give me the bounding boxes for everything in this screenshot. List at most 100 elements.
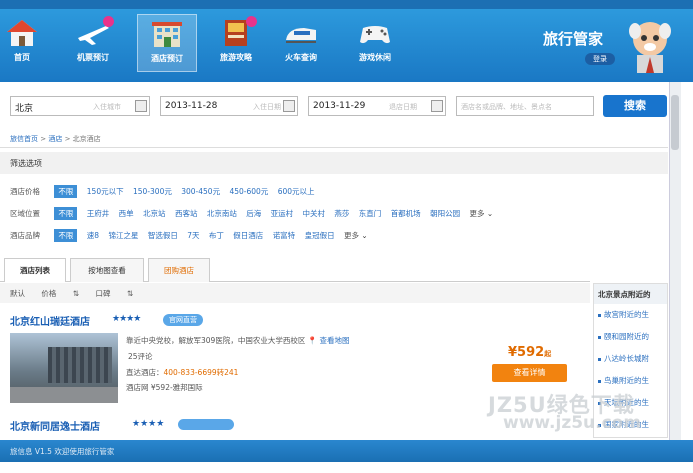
calendar-icon[interactable] [135, 100, 147, 112]
filter-option-brand[interactable]: 不限 [54, 229, 78, 242]
home-icon [5, 18, 39, 48]
filter-option-price[interactable]: 150-300元 [133, 186, 172, 197]
divider [0, 147, 668, 148]
tab-group-buy[interactable]: 团购酒店 [148, 258, 210, 282]
status-bar: 旅信息 V1.5 欢迎使用旅行管家 [0, 440, 693, 462]
mascot-icon [629, 17, 671, 73]
filter-option-brand[interactable]: 速8 [87, 230, 99, 241]
filter-option-area[interactable]: 朝阳公园 [430, 208, 460, 219]
filter-option-brand[interactable]: 锦江之星 [108, 230, 138, 241]
sidebar-item[interactable]: 故宫附近的生 [594, 304, 667, 326]
filter-option-area[interactable]: 西单 [119, 208, 134, 219]
title-strip [0, 0, 693, 9]
checkin-date-input[interactable]: 2013-11-28 入住日期 [160, 96, 298, 116]
tab-map-view[interactable]: 按地图查看 [70, 258, 144, 282]
filter-option-area[interactable]: 中关村 [303, 208, 326, 219]
filter-option-brand[interactable]: 布丁 [209, 230, 224, 241]
star-rating: ★★★★ [112, 314, 141, 324]
new-badge-icon [103, 16, 114, 27]
star-rating: ★★★★ [132, 419, 165, 429]
guidebook-icon [219, 16, 257, 48]
filter-more-area[interactable]: 更多 [469, 209, 484, 218]
sort-rating[interactable]: 口碑 ⇅ [95, 289, 133, 298]
filter-option-brand[interactable]: 假日酒店 [233, 230, 263, 241]
hotel-name-link[interactable]: 北京红山瑞廷酒店 [10, 313, 90, 328]
filter-option-area[interactable]: 亚运村 [271, 208, 294, 219]
hotel-address-line: 靠近中央党校，解放军309医院，中国农业大学西校区 📍 查看地图 [126, 335, 349, 346]
filter-row-brand: 酒店品牌 不限 速8 锦江之星 智选假日 7天 布丁 假日酒店 诺富特 皇冠假日… [10, 229, 368, 243]
filter-option-area[interactable]: 燕莎 [334, 208, 349, 219]
filter-option-price[interactable]: 300-450元 [181, 186, 220, 197]
chevron-down-icon[interactable]: ⌄ [487, 209, 493, 218]
city-input-value: 北京 [15, 104, 34, 114]
hotel-photo[interactable] [10, 333, 118, 403]
calendar-icon[interactable] [283, 100, 295, 112]
filter-option-price[interactable]: 450-600元 [229, 186, 268, 197]
chevron-down-icon[interactable]: ⌄ [361, 231, 367, 240]
hotel-phone: 400-833-6699转241 [163, 368, 239, 377]
filter-label-brand: 酒店品牌 [10, 231, 40, 240]
hotel-reviews[interactable]: 25评论 [128, 351, 153, 362]
search-button[interactable]: 搜索 [603, 95, 667, 117]
login-button[interactable]: 登录 [585, 53, 615, 65]
brand-price: ¥592-雅邦国际 [150, 383, 203, 392]
checkout-placeholder: 退店日期 [389, 103, 417, 111]
filter-label-price: 酒店价格 [10, 187, 40, 196]
nav-guides[interactable]: 旅游攻略 [206, 14, 266, 72]
city-input[interactable]: 北京 入住城市 [10, 96, 150, 116]
filter-option-price[interactable]: 150元以下 [87, 186, 124, 197]
nav-games[interactable]: 游戏休闲 [345, 14, 405, 72]
sort-bar: 默认 价格 ⇅ 口碑 ⇅ [0, 283, 590, 303]
nav-trains[interactable]: 火车查询 [271, 14, 331, 72]
filter-option-brand[interactable]: 智选假日 [148, 230, 178, 241]
keyword-input[interactable]: 酒店名或品牌、地址、景点名 [456, 96, 594, 116]
sort-default[interactable]: 默认 [10, 289, 25, 298]
hotel-type-tag: 官网直营 [163, 314, 203, 326]
breadcrumb-home-link[interactable]: 旅信首页 [10, 135, 38, 143]
sidebar-item[interactable]: 八达岭长城附 [594, 348, 667, 370]
hotel-name-link[interactable]: 北京新同居逸士酒店 [10, 418, 100, 433]
breadcrumb-section-link[interactable]: 酒店 [48, 135, 62, 143]
nav-home-label: 首页 [14, 53, 30, 62]
view-details-button[interactable]: 查看详情 [492, 364, 567, 382]
calendar-icon[interactable] [431, 100, 443, 112]
filter-more-brand[interactable]: 更多 [344, 231, 359, 240]
watermark-url: www.jz5u.com [503, 413, 642, 433]
filter-option-area[interactable]: 王府井 [87, 208, 110, 219]
filter-option-area[interactable]: 后海 [246, 208, 261, 219]
filter-option-area[interactable]: 不限 [54, 207, 78, 220]
filter-option-area[interactable]: 东直门 [359, 208, 382, 219]
map-pin-icon[interactable]: 📍 [308, 336, 317, 345]
hotel-icon [150, 19, 184, 49]
filter-option-brand[interactable]: 诺富特 [273, 230, 296, 241]
nav-flights-label: 机票预订 [77, 53, 109, 62]
hotel-address: 靠近中央党校，解放军309医院，中国农业大学西校区 [126, 336, 306, 345]
filter-option-area[interactable]: 北京站 [143, 208, 166, 219]
tab-hotel-list[interactable]: 酒店列表 [4, 258, 66, 282]
scrollbar-thumb[interactable] [671, 95, 679, 150]
filter-option-area[interactable]: 首都机场 [391, 208, 421, 219]
sidebar-item[interactable]: 颐和园附近的 [594, 326, 667, 348]
filter-option-brand[interactable]: 7天 [187, 230, 199, 241]
hotel-type-tag [178, 419, 234, 430]
nav-home[interactable]: 首页 [0, 14, 52, 72]
filter-option-brand[interactable]: 皇冠假日 [305, 230, 335, 241]
app-brand: 旅行管家 [543, 30, 604, 48]
nav-hotels[interactable]: 酒店预订 [137, 14, 197, 72]
filter-option-price[interactable]: 600元以上 [278, 186, 315, 197]
filter-option-area[interactable]: 北京南站 [207, 208, 237, 219]
filter-option-area[interactable]: 西客站 [175, 208, 198, 219]
checkout-date-input[interactable]: 2013-11-29 退店日期 [308, 96, 446, 116]
nav-hotels-label: 酒店预订 [151, 54, 183, 63]
filter-option-price[interactable]: 不限 [54, 185, 78, 198]
checkin-value: 2013-11-28 [165, 101, 218, 111]
new-badge-icon [246, 16, 257, 27]
sort-price[interactable]: 价格 ⇅ [41, 289, 79, 298]
nav-trains-label: 火车查询 [285, 53, 317, 62]
nav-guides-label: 旅游攻略 [220, 53, 252, 62]
view-map-link[interactable]: 查看地图 [319, 336, 349, 345]
phone-label: 直达酒店： [126, 368, 164, 377]
hotel-phone-line: 直达酒店：400-833-6699转241 [126, 367, 238, 378]
nav-flights[interactable]: 机票预订 [63, 14, 123, 72]
city-input-placeholder: 入住城市 [93, 103, 121, 111]
